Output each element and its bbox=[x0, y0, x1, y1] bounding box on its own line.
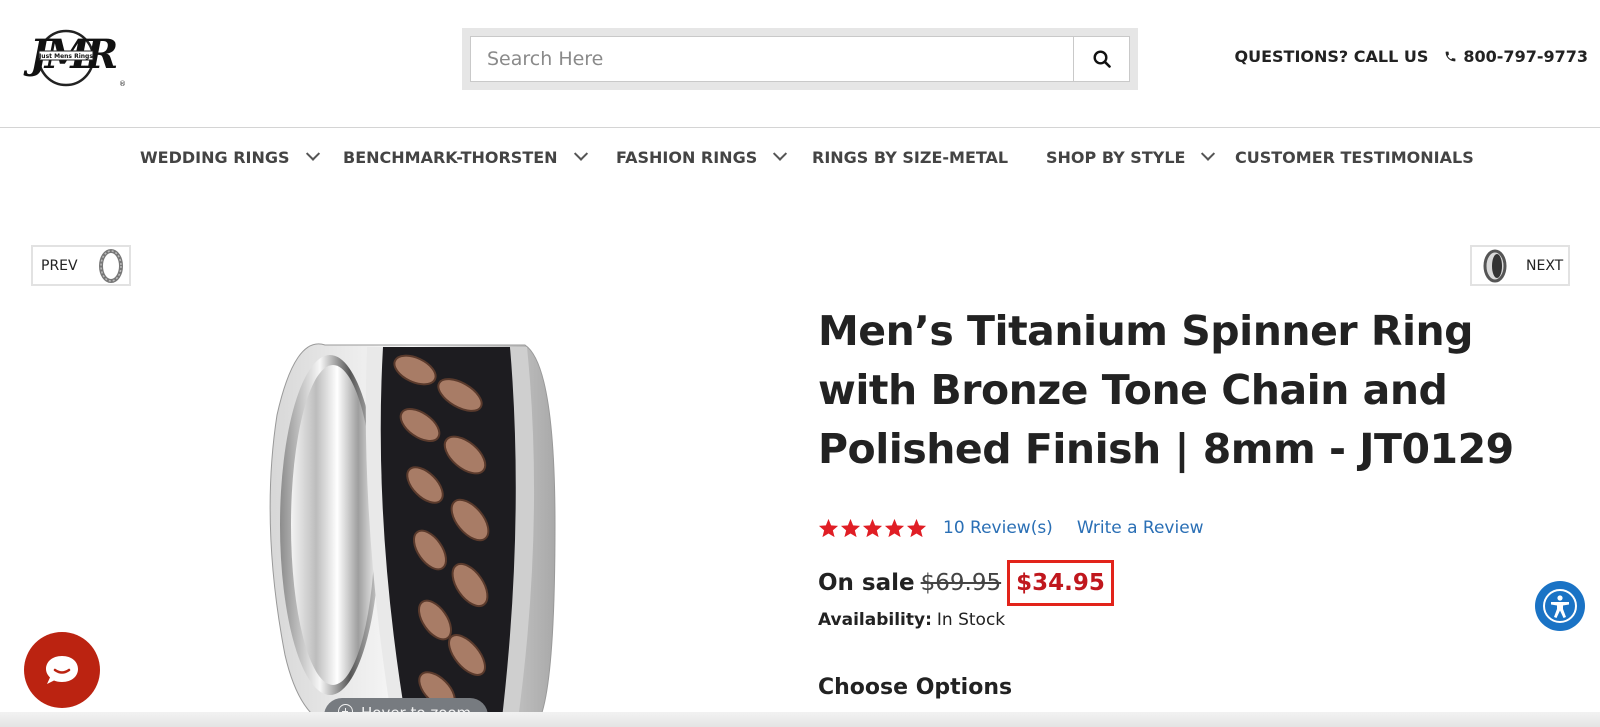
on-sale-label: On sale bbox=[818, 570, 915, 596]
rating-row: 10 Review(s) Write a Review bbox=[818, 518, 1204, 538]
search-box bbox=[470, 36, 1130, 82]
site-header: JMR Just Mens Rings ® QUESTIONS? CALL US… bbox=[0, 0, 1600, 128]
phone-number[interactable]: 800-797-9773 bbox=[1463, 47, 1588, 66]
chevron-down-icon bbox=[773, 146, 788, 161]
nav-item-label: CUSTOMER TESTIMONIALS bbox=[1235, 148, 1474, 167]
bottom-fade bbox=[0, 712, 1600, 727]
old-price: $69.95 bbox=[920, 570, 1002, 596]
product-title: Men’s Titanium Spinner Ring with Bronze … bbox=[818, 307, 1514, 473]
availability-label: Availability: bbox=[818, 610, 932, 630]
nav-item-rings-by-size-metal[interactable]: RINGS BY SIZE-METAL bbox=[812, 148, 1008, 167]
ring-image bbox=[269, 343, 556, 727]
logo-subtext: Just Mens Rings bbox=[38, 53, 93, 60]
nav-item-customer-testimonials[interactable]: CUSTOMER TESTIMONIALS bbox=[1235, 148, 1474, 167]
site-logo[interactable]: JMR Just Mens Rings ® bbox=[16, 26, 128, 92]
phone-icon bbox=[1444, 50, 1457, 63]
chevron-down-icon bbox=[1201, 146, 1216, 161]
nav-item-label: RINGS BY SIZE-METAL bbox=[812, 148, 1009, 167]
chat-icon bbox=[46, 656, 78, 684]
nav-item-label: WEDDING RINGS bbox=[140, 148, 290, 167]
star-icon bbox=[884, 518, 905, 538]
prev-label: PREV bbox=[41, 257, 78, 274]
next-product-thumbnail bbox=[1478, 249, 1512, 283]
next-product-button[interactable]: NEXT bbox=[1470, 245, 1570, 286]
prev-product-thumbnail bbox=[94, 248, 128, 283]
availability-value: In Stock bbox=[936, 610, 1006, 630]
chevron-down-icon bbox=[573, 146, 588, 161]
star-icon bbox=[818, 518, 839, 538]
nav-item-benchmark-thorsten[interactable]: BENCHMARK-THORSTEN bbox=[343, 146, 588, 167]
nav-item-label: BENCHMARK-THORSTEN bbox=[343, 148, 558, 167]
nav-item-wedding-rings[interactable]: WEDDING RINGS bbox=[140, 146, 320, 167]
star-icon bbox=[906, 518, 927, 538]
availability: Availability: In Stock bbox=[818, 610, 1005, 630]
choose-options-heading: Choose Options bbox=[818, 675, 1013, 700]
price-row: On sale $69.95 $34.95 bbox=[818, 560, 1114, 606]
nav-item-label: SHOP BY STYLE bbox=[1046, 148, 1186, 167]
call-us: QUESTIONS? CALL US 800-797-9773 bbox=[1235, 47, 1589, 66]
product-image[interactable] bbox=[255, 325, 575, 727]
search-input[interactable] bbox=[471, 37, 1073, 81]
logo-mark: JMR Just Mens Rings ® bbox=[23, 29, 126, 88]
nav-item-fashion-rings[interactable]: FASHION RINGS bbox=[616, 146, 788, 167]
chat-button[interactable] bbox=[24, 632, 100, 708]
next-label: NEXT bbox=[1526, 257, 1564, 274]
chevron-down-icon bbox=[305, 146, 320, 161]
sale-price: $34.95 bbox=[1007, 560, 1114, 606]
write-review-link[interactable]: Write a Review bbox=[1077, 518, 1204, 538]
search-icon bbox=[1092, 50, 1111, 68]
search-button[interactable] bbox=[1073, 37, 1129, 81]
nav-item-label: FASHION RINGS bbox=[616, 148, 758, 167]
main-nav: WEDDING RINGS BENCHMARK-THORSTEN FASHION… bbox=[0, 146, 1600, 174]
svg-text:®: ® bbox=[119, 80, 126, 88]
star-rating bbox=[818, 518, 927, 538]
search-bar bbox=[462, 28, 1138, 90]
accessibility-button[interactable] bbox=[1535, 581, 1585, 631]
prev-product-button[interactable]: PREV bbox=[31, 245, 131, 286]
accessibility-icon bbox=[1543, 589, 1577, 623]
star-icon bbox=[840, 518, 861, 538]
star-icon bbox=[862, 518, 883, 538]
nav-item-shop-by-style[interactable]: SHOP BY STYLE bbox=[1046, 146, 1216, 167]
call-us-label: QUESTIONS? CALL US bbox=[1234, 47, 1429, 66]
reviews-link[interactable]: 10 Review(s) bbox=[943, 518, 1053, 538]
